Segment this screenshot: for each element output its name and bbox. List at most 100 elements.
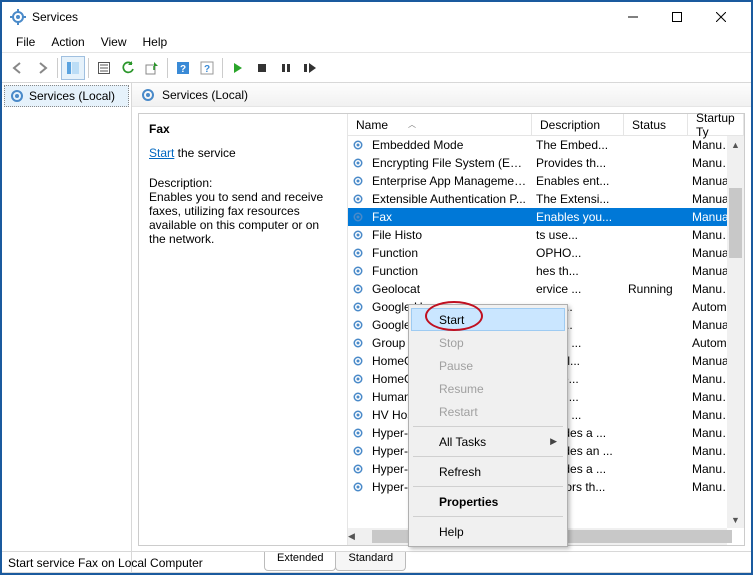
- gear-icon: [348, 174, 368, 188]
- vertical-scrollbar[interactable]: ▲ ▼: [727, 136, 744, 528]
- stop-service-button[interactable]: [250, 56, 274, 80]
- service-name: Function: [368, 246, 532, 260]
- title-bar: Services: [2, 2, 751, 32]
- back-button[interactable]: [6, 56, 30, 80]
- service-status: Running: [624, 282, 688, 296]
- scroll-up-icon[interactable]: ▲: [727, 136, 744, 153]
- maximize-button[interactable]: [655, 3, 699, 31]
- service-row[interactable]: Encrypting File System (EFS)Provides th.…: [348, 154, 744, 172]
- menu-item-stop: Stop: [411, 331, 565, 354]
- service-desc: Enables ent...: [532, 174, 624, 188]
- restart-service-button[interactable]: [298, 56, 322, 80]
- column-status[interactable]: Status: [624, 114, 688, 135]
- gear-icon: [348, 444, 368, 458]
- gear-icon: [348, 462, 368, 476]
- menu-view[interactable]: View: [93, 33, 135, 51]
- tree-pane[interactable]: Services (Local): [2, 83, 132, 572]
- tree-node-services-local[interactable]: Services (Local): [4, 85, 129, 107]
- menu-item-start[interactable]: Start: [411, 308, 565, 331]
- service-row[interactable]: Extensible Authentication P...The Extens…: [348, 190, 744, 208]
- tree-node-label: Services (Local): [29, 89, 115, 103]
- start-service-link[interactable]: Start: [149, 146, 174, 160]
- menu-bar[interactable]: File Action View Help: [2, 32, 751, 53]
- menu-action[interactable]: Action: [43, 33, 92, 51]
- properties-button[interactable]: [92, 56, 116, 80]
- column-startup[interactable]: Startup Ty: [688, 114, 744, 135]
- menu-help[interactable]: Help: [135, 33, 176, 51]
- gear-icon: [348, 138, 368, 152]
- gear-icon: [348, 300, 368, 314]
- menu-item-refresh[interactable]: Refresh: [411, 460, 565, 483]
- export-button[interactable]: [140, 56, 164, 80]
- gear-icon: [348, 264, 368, 278]
- service-desc: OPHO...: [532, 246, 624, 260]
- gear-icon: [348, 156, 368, 170]
- panel-header: Services (Local): [132, 83, 751, 107]
- sort-asc-icon: ︿: [408, 119, 416, 130]
- svg-text:?: ?: [204, 64, 210, 75]
- service-row[interactable]: Functionhes th...Manual: [348, 262, 744, 280]
- gear-icon: [9, 88, 25, 104]
- gear-icon: [348, 318, 368, 332]
- status-bar: Start service Fax on Local Computer: [2, 551, 751, 573]
- service-row[interactable]: File Histots use...Manual (T: [348, 226, 744, 244]
- column-name[interactable]: Name︿: [348, 114, 532, 135]
- context-menu[interactable]: StartStopPauseResumeRestartAll TasksRefr…: [408, 304, 568, 547]
- selected-service-name: Fax: [149, 122, 337, 136]
- menu-file[interactable]: File: [8, 33, 43, 51]
- menu-item-properties[interactable]: Properties: [411, 490, 565, 513]
- description-body: Enables you to send and receive faxes, u…: [149, 190, 337, 246]
- service-name: Geolocat: [368, 282, 532, 296]
- app-icon: [10, 9, 26, 25]
- content-area: Services (Local) Services (Local) Fax St…: [2, 83, 751, 573]
- description-heading: Description:: [149, 176, 337, 190]
- gear-icon: [140, 87, 156, 103]
- menu-item-restart: Restart: [411, 400, 565, 423]
- scroll-down-icon[interactable]: ▼: [727, 511, 744, 528]
- gear-icon: [348, 426, 368, 440]
- gear-icon: [348, 390, 368, 404]
- service-row[interactable]: FaxEnables you...Manual: [348, 208, 744, 226]
- service-row[interactable]: Embedded ModeThe Embed...Manual (T: [348, 136, 744, 154]
- service-name: File Histo: [368, 228, 532, 242]
- service-desc: ts use...: [532, 228, 624, 242]
- gear-icon: [348, 282, 368, 296]
- help-topics-button[interactable]: ?: [195, 56, 219, 80]
- menu-item-help[interactable]: Help: [411, 520, 565, 543]
- start-link-line: Start the service: [149, 146, 337, 160]
- minimize-button[interactable]: [611, 3, 655, 31]
- column-description[interactable]: Description: [532, 114, 624, 135]
- close-button[interactable]: [699, 3, 743, 31]
- toolbar: ? ?: [2, 53, 751, 83]
- menu-item-resume: Resume: [411, 377, 565, 400]
- help-button[interactable]: ?: [171, 56, 195, 80]
- scrollbar-thumb[interactable]: [729, 188, 742, 258]
- service-name: Extensible Authentication P...: [368, 192, 532, 206]
- service-name: Enterprise App Managemen...: [368, 174, 532, 188]
- service-desc: The Embed...: [532, 138, 624, 152]
- gear-icon: [348, 210, 368, 224]
- service-name: Embedded Mode: [368, 138, 532, 152]
- service-desc: hes th...: [532, 264, 624, 278]
- refresh-button[interactable]: [116, 56, 140, 80]
- gear-icon: [348, 228, 368, 242]
- show-tree-button[interactable]: [61, 56, 85, 80]
- service-desc: ervice ...: [532, 282, 624, 296]
- service-name: Encrypting File System (EFS): [368, 156, 532, 170]
- service-name: Fax: [368, 210, 532, 224]
- service-name: Function: [368, 264, 532, 278]
- forward-button[interactable]: [30, 56, 54, 80]
- menu-item-all-tasks[interactable]: All Tasks: [411, 430, 565, 453]
- gear-icon: [348, 408, 368, 422]
- window-title: Services: [32, 10, 611, 24]
- panel-title: Services (Local): [162, 88, 248, 102]
- service-row[interactable]: Enterprise App Managemen...Enables ent..…: [348, 172, 744, 190]
- service-row[interactable]: Geolocatervice ...RunningManual (T: [348, 280, 744, 298]
- gear-icon: [348, 246, 368, 260]
- list-header[interactable]: Name︿ Description Status Startup Ty: [348, 114, 744, 136]
- start-service-button[interactable]: [226, 56, 250, 80]
- service-row[interactable]: FunctionOPHO...Manual: [348, 244, 744, 262]
- pause-service-button[interactable]: [274, 56, 298, 80]
- status-text: Start service Fax on Local Computer: [8, 556, 203, 570]
- gear-icon: [348, 372, 368, 386]
